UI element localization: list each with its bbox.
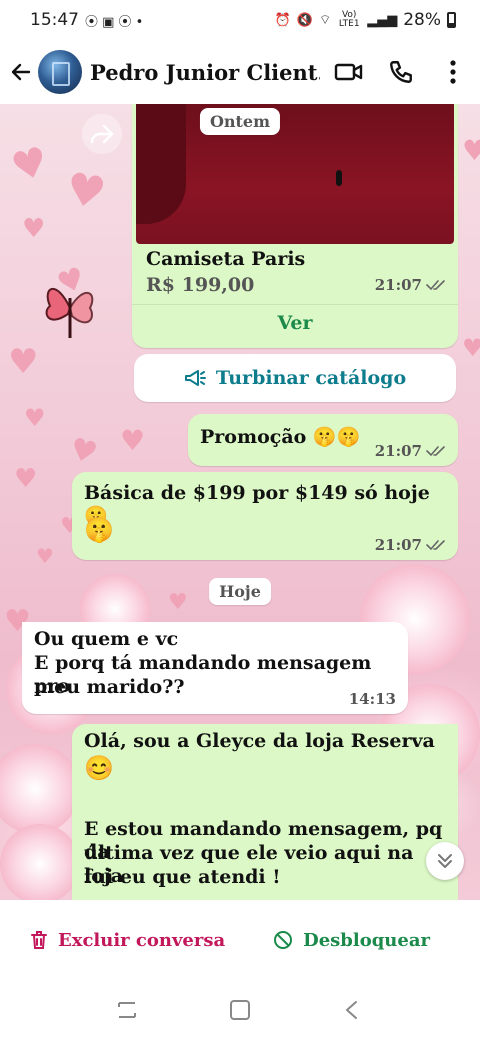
message-text: 😊 (84, 753, 114, 782)
product-price: R$ 199,00 (146, 274, 255, 296)
megaphone-icon (184, 370, 206, 386)
video-call-button[interactable] (334, 57, 364, 87)
battery-percent: 28% (403, 10, 441, 30)
message-text: meu marido?? (34, 676, 185, 698)
view-product-link[interactable]: Ver (132, 312, 458, 335)
notification-icons: ⦿ ▣ ⦿ • (85, 14, 144, 30)
double-chevron-down-icon (438, 854, 452, 868)
heart-decoration: ♥ (462, 134, 480, 167)
back-button[interactable] (6, 52, 36, 92)
boost-catalog-label: Turbinar catálogo (215, 366, 407, 389)
delete-chat-label: Excluir conversa (58, 929, 226, 951)
message-time: 14:13 (348, 690, 396, 708)
scroll-to-bottom-button[interactable] (426, 842, 464, 880)
unblock-label: Desbloquear (303, 929, 430, 951)
contact-name[interactable]: Pedro Junior Client... (90, 60, 320, 85)
video-camera-icon (334, 63, 363, 81)
network-label: Vo) LTE1 (338, 10, 360, 29)
contact-avatar[interactable] (38, 50, 82, 94)
recent-apps-icon (117, 1002, 136, 1018)
message-bubble[interactable]: Promoção 🤫🤫 21:07 (188, 414, 458, 466)
blocked-actions-bar: Excluir conversa Desbloquear (0, 900, 480, 980)
heart-decoration: ♥ (462, 334, 480, 362)
butterfly-decoration (45, 287, 94, 338)
message-time: 21:07 (374, 276, 422, 294)
heart-decoration: ♥ (36, 544, 54, 568)
message-time: 21:07 (374, 442, 422, 460)
message-text: Promoção 🤫🤫 (200, 426, 361, 448)
message-text: 🤫 (84, 515, 114, 544)
double-check-icon (426, 540, 445, 551)
heart-decoration: ♥ (6, 138, 54, 192)
battery-icon (447, 12, 456, 28)
message-meta: 21:07 (375, 442, 446, 460)
heart-decoration: ♥ (120, 424, 146, 457)
heart-decoration: ♥ (14, 464, 38, 494)
mute-icon: 🔇 (296, 12, 313, 28)
double-check-icon (426, 446, 445, 457)
flower-decoration (0, 824, 80, 900)
chat-area[interactable]: ♥ ♥ ♥ ♥ ♥ ♥ ♥ ♥ ♥ ♥ ♥ ♥ ♥ ♥ ♥ Camiseta P… (0, 104, 480, 900)
status-left: 15:47 ⦿ ▣ ⦿ • (30, 10, 143, 30)
message-text: fui eu que atendi ! (84, 866, 281, 888)
date-chip-yesterday: Ontem (199, 108, 281, 135)
system-nav-bar (0, 980, 480, 1040)
forward-button[interactable] (82, 114, 122, 154)
forward-icon (90, 124, 114, 144)
heart-decoration: ♥ (22, 214, 46, 244)
block-icon (274, 931, 293, 949)
status-time: 15:47 (30, 10, 79, 30)
trash-icon (31, 931, 47, 949)
more-options-button[interactable] (438, 57, 468, 87)
message-text: Olá, sou a Gleyce da loja Reserva (84, 730, 435, 752)
product-message[interactable]: Camiseta Paris R$ 199,00 21:07 Ver (132, 104, 458, 348)
message-bubble[interactable]: Básica de $199 por $149 só hoje 🤫 🤫 21:0… (72, 472, 458, 560)
message-bubble[interactable]: Olá, sou a Gleyce da loja Reserva 😊 E es… (72, 724, 458, 900)
date-chip-today: Hoje (209, 578, 271, 605)
heart-decoration: ♥ (24, 404, 46, 432)
unblock-button[interactable]: Desbloquear (273, 930, 430, 951)
more-vertical-icon (450, 60, 456, 84)
heart-decoration: ♥ (168, 590, 188, 615)
wifi-icon: ⌔ (318, 13, 332, 28)
recent-apps-button[interactable] (107, 990, 147, 1030)
divider (132, 304, 458, 305)
status-right: ⏰ 🔇 ⌔ Vo) LTE1 ▂▄▆ 28% (275, 10, 456, 30)
message-text: Básica de $199 por $149 só hoje 🤫 (84, 482, 430, 527)
message-meta: 14:13 (349, 690, 396, 708)
heart-decoration: ♥ (8, 342, 39, 382)
home-square-icon (229, 1000, 250, 1020)
header-actions (334, 57, 468, 87)
heart-decoration: ♥ (65, 431, 101, 472)
voice-call-button[interactable] (386, 57, 416, 87)
message-text: Ou quem e vc (34, 628, 179, 650)
alarm-icon: ⏰ (274, 12, 291, 28)
product-name: Camiseta Paris (146, 248, 306, 270)
delete-chat-button[interactable]: Excluir conversa (30, 930, 225, 951)
home-button[interactable] (220, 990, 260, 1030)
flower-decoration (0, 744, 80, 834)
system-back-button[interactable] (333, 990, 373, 1030)
product-image[interactable] (136, 104, 454, 244)
chevron-left-icon (346, 1001, 358, 1019)
chat-header: Pedro Junior Client... (0, 40, 480, 104)
double-check-icon (426, 280, 445, 291)
arrow-left-icon (11, 63, 31, 81)
message-bubble-incoming[interactable]: Ou quem e vc E porq tá mandando mensagem… (22, 622, 408, 714)
phone-icon (390, 61, 412, 83)
boost-catalog-button[interactable]: Turbinar catálogo (134, 354, 456, 402)
message-meta: 21:07 (375, 536, 446, 554)
message-time: 21:07 (374, 536, 422, 554)
status-bar: 15:47 ⦿ ▣ ⦿ • ⏰ 🔇 ⌔ Vo) LTE1 ▂▄▆ 28% (0, 0, 480, 40)
message-meta: 21:07 (375, 276, 446, 294)
signal-icon: ▂▄▆ (367, 12, 398, 28)
heart-decoration: ♥ (61, 162, 110, 221)
